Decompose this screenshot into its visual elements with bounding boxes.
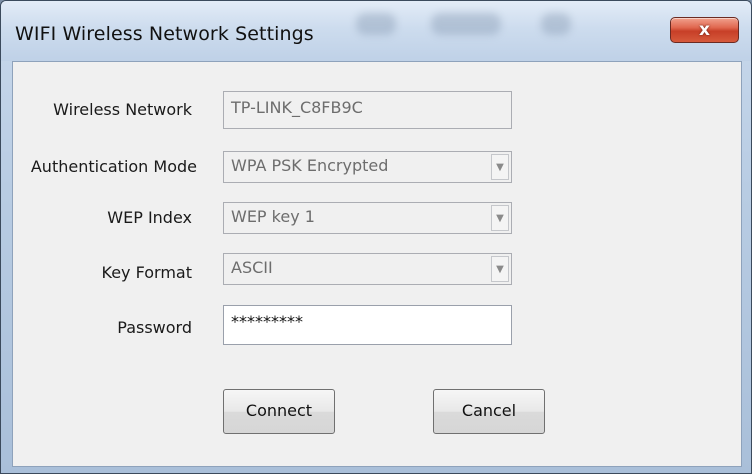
wep-index-label: WEP Index <box>107 208 192 227</box>
close-button[interactable]: x <box>670 17 739 43</box>
authentication-mode-value: WPA PSK Encrypted <box>231 156 389 175</box>
password-label: Password <box>117 318 192 337</box>
password-value: ********* <box>231 312 303 331</box>
authentication-mode-label: Authentication Mode <box>30 157 197 176</box>
cancel-button[interactable]: Cancel <box>433 389 545 434</box>
title-bar-decoration <box>356 13 396 35</box>
close-icon: x <box>699 20 710 40</box>
title-bar-decoration <box>431 13 501 35</box>
wep-index-value: WEP key 1 <box>231 207 315 226</box>
window-title: WIFI Wireless Network Settings <box>15 23 314 45</box>
authentication-mode-select[interactable]: WPA PSK Encrypted ▼ <box>223 151 512 183</box>
title-bar[interactable]: WIFI Wireless Network Settings x <box>1 1 751 61</box>
wep-index-select[interactable]: WEP key 1 ▼ <box>223 202 512 234</box>
key-format-label: Key Format <box>101 263 192 282</box>
key-format-select[interactable]: ASCII ▼ <box>223 253 512 285</box>
wifi-settings-window: WIFI Wireless Network Settings x Wireles… <box>0 0 752 474</box>
password-field[interactable]: ********* <box>223 305 512 345</box>
title-bar-decoration <box>541 13 571 35</box>
connect-button[interactable]: Connect <box>223 389 335 434</box>
chevron-down-icon[interactable]: ▼ <box>491 154 509 180</box>
key-format-value: ASCII <box>231 258 273 277</box>
chevron-down-icon[interactable]: ▼ <box>491 205 509 231</box>
dialog-client-area: Wireless Network TP-LINK_C8FB9C Authenti… <box>12 61 742 467</box>
wireless-network-value: TP-LINK_C8FB9C <box>231 98 363 117</box>
wireless-network-field: TP-LINK_C8FB9C <box>223 91 512 129</box>
wireless-network-label: Wireless Network <box>53 100 192 119</box>
chevron-down-icon[interactable]: ▼ <box>491 256 509 282</box>
